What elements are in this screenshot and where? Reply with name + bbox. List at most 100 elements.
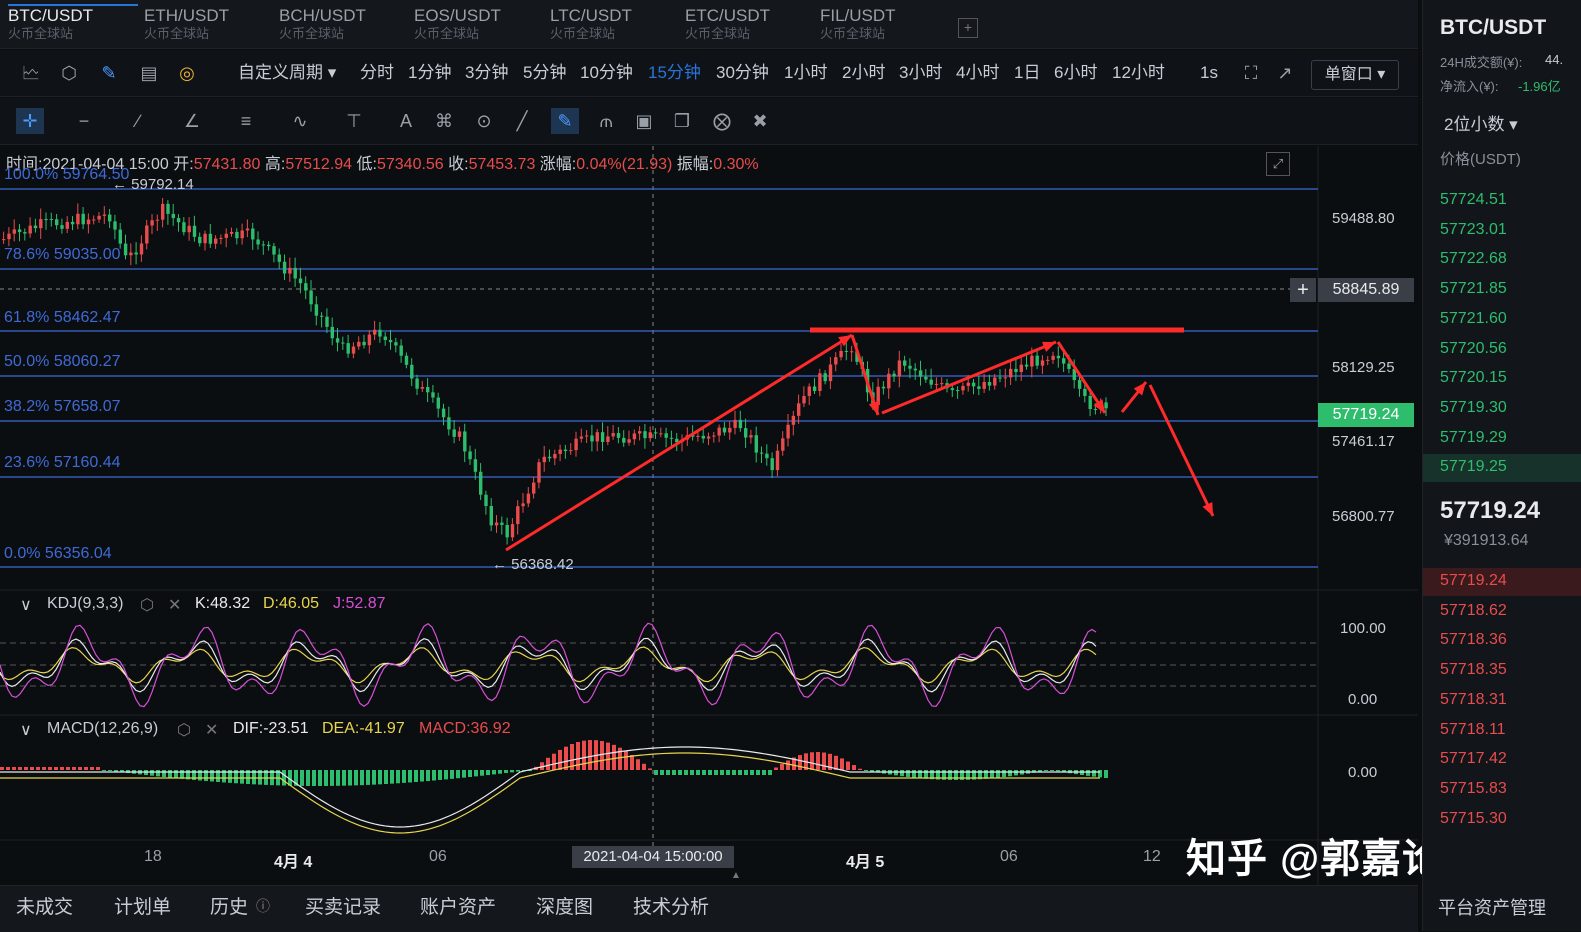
trend-arrows [505,327,1215,552]
macd-bar [414,770,418,782]
macd-close-icon[interactable]: ✕ [205,720,218,740]
angle-icon[interactable]: ∠ [178,108,206,134]
help-icon[interactable]: ⓘ [256,896,270,916]
crosshair-icon[interactable]: ✛ [16,108,44,134]
pair-tab-bch[interactable]: BCH/USDT 火币全球站 [279,6,409,46]
horizontal-line-icon[interactable]: − [70,108,98,134]
pair-tab-eth[interactable]: ETH/USDT 火币全球站 [144,6,274,46]
period-1h[interactable]: 1小时 [784,62,827,84]
refresh-interval[interactable]: 1s [1200,62,1218,84]
ask-price[interactable]: 57719.25 [1440,458,1507,476]
period-12h[interactable]: 12小时 [1112,62,1165,84]
macd-bar [708,770,712,775]
settings-hex-icon[interactable]: ⬡ [58,62,80,84]
period-4h[interactable]: 4小时 [956,62,999,84]
candle-body [1093,409,1098,411]
add-tab-button[interactable]: + [958,18,978,38]
pair-tab-btc[interactable]: BTC/USDT 火币全球站 [8,4,138,46]
tab-depth-chart[interactable]: 深度图 [536,892,593,919]
fullscreen-icon[interactable]: ⛶ [1240,62,1262,84]
decimals-dropdown[interactable]: 2位小数 ▾ [1444,110,1518,135]
period-1d[interactable]: 1日 [1014,62,1040,84]
bid-price[interactable]: 57715.30 [1440,810,1507,828]
draw-pen-icon[interactable]: ✎ [98,62,120,84]
hide-icon[interactable]: ⨂ [708,108,736,134]
period-10m[interactable]: 10分钟 [580,62,633,84]
period-5m[interactable]: 5分钟 [523,62,566,84]
lock-icon[interactable]: ▣ [630,108,658,134]
tab-account-assets[interactable]: 账户资产 [420,892,496,919]
ask-price[interactable]: 57720.15 [1440,369,1507,387]
period-1m[interactable]: 1分钟 [408,62,451,84]
period-3m[interactable]: 3分钟 [465,62,508,84]
ask-price[interactable]: 57721.60 [1440,310,1507,328]
pair-tab-etc[interactable]: ETC/USDT 火币全球站 [685,6,815,46]
bid-price[interactable]: 57718.36 [1440,631,1507,649]
ask-price[interactable]: 57724.51 [1440,191,1507,209]
candle-body [993,377,997,386]
expand-icon[interactable]: ⤢ [1266,152,1290,176]
pair-tab-fil[interactable]: FIL/USDT 火币全球站 [820,6,950,46]
magnet-icon[interactable]: ⊙ [470,108,498,134]
bid-price[interactable]: 57717.42 [1440,750,1507,768]
calendar-icon[interactable]: ▤ [138,62,160,84]
pair-tab-eos[interactable]: EOS/USDT 火币全球站 [414,6,544,46]
bid-price[interactable]: 57718.35 [1440,661,1507,679]
pair-tab-ltc[interactable]: LTC/USDT 火币全球站 [550,6,680,46]
candle-body [33,225,38,229]
candle-body [1024,364,1029,367]
ask-price[interactable]: 57720.56 [1440,340,1507,358]
macd-settings-icon[interactable]: ⬡ [177,720,191,740]
trend-line-icon[interactable]: ∕ [124,108,152,134]
popout-icon[interactable]: ↗ [1274,62,1296,84]
tab-technical-analysis[interactable]: 技术分析 [633,892,709,919]
period-6h[interactable]: 6小时 [1054,62,1097,84]
kdj-settings-icon[interactable]: ⬡ [140,595,154,615]
gauge-icon[interactable]: ◎ [176,62,198,84]
candle-body [346,343,350,354]
tab-history[interactable]: 历史 [210,892,248,919]
bid-price[interactable]: 57718.31 [1440,691,1507,709]
period-30m[interactable]: 30分钟 [716,62,769,84]
tab-open-orders[interactable]: 未成交 [16,892,73,919]
fork-icon[interactable]: ⫙ [592,108,620,134]
tab-trade-records[interactable]: 买卖记录 [305,892,381,919]
parallel-lines-icon[interactable]: ≡ [232,108,260,134]
period-3h[interactable]: 3小时 [899,62,942,84]
bid-price[interactable]: 57719.24 [1440,572,1507,590]
ask-price[interactable]: 57719.29 [1440,429,1507,447]
bid-price[interactable]: 57715.83 [1440,780,1507,798]
scroll-up-icon[interactable]: ▲ [726,870,746,881]
asset-management-link[interactable]: 平台资产管理 [1438,894,1546,920]
measure-icon[interactable]: ⊤ [340,108,368,134]
trash-icon[interactable]: ✖ [746,108,774,134]
pattern-icon[interactable]: ⌘ [430,108,458,134]
chart-icon[interactable]: 🗠 [20,62,42,84]
chart-canvas[interactable] [0,146,1418,886]
bid-price[interactable]: 57718.62 [1440,602,1507,620]
window-mode-dropdown[interactable]: 单窗口 ▾ [1311,60,1399,90]
tab-plan-orders[interactable]: 计划单 [114,892,171,919]
ask-price[interactable]: 57719.30 [1440,399,1507,417]
kdj-close-icon[interactable]: ✕ [168,595,181,615]
candle-body [786,424,790,439]
candle-body [304,283,308,291]
kdj-collapse-icon[interactable]: ∨ [20,595,32,615]
ruler-icon[interactable]: ╱ [508,108,536,134]
period-2h[interactable]: 2小时 [842,62,885,84]
bid-price[interactable]: 57718.11 [1440,721,1506,739]
candle-body [844,350,849,352]
add-alert-button[interactable]: + [1290,278,1316,302]
candle-body [818,373,822,391]
pencil-lock-icon[interactable]: ✎ [551,108,579,134]
layers-icon[interactable]: ❐ [668,108,696,134]
macd-collapse-icon[interactable]: ∨ [20,720,32,740]
period-15m[interactable]: 15分钟 [648,62,701,84]
ask-price[interactable]: 57721.85 [1440,280,1507,298]
period-timeline[interactable]: 分时 [360,62,394,84]
custom-period-dropdown[interactable]: 自定义周期 ▾ [238,62,336,84]
wave-icon[interactable]: ∿ [286,108,314,134]
text-tool-icon[interactable]: A [392,108,420,134]
ask-price[interactable]: 57723.01 [1440,221,1507,239]
ask-price[interactable]: 57722.68 [1440,250,1507,268]
